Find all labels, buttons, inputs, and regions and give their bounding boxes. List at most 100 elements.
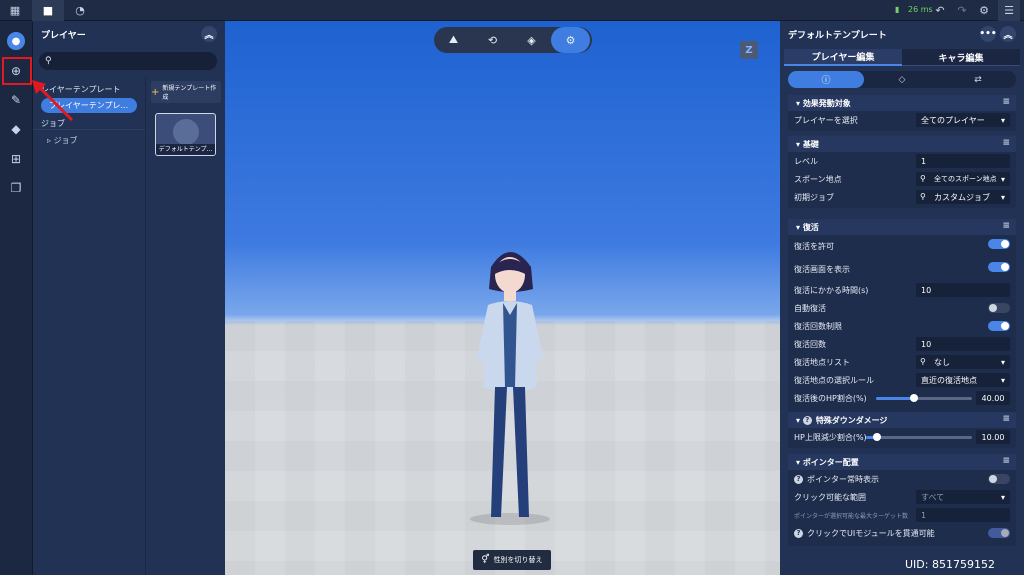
allow-revive-toggle[interactable]: [988, 239, 1010, 249]
help-icon[interactable]: ?: [802, 415, 812, 425]
character-model[interactable]: [455, 237, 565, 527]
undo-icon[interactable]: ↶: [931, 0, 949, 21]
uid-label: UID: 851759152: [905, 558, 995, 571]
tree-item-job[interactable]: ▹ ジョブ: [47, 135, 78, 146]
rail-player-button[interactable]: ●: [5, 30, 27, 52]
gear-target-icon[interactable]: ⚙: [551, 27, 590, 53]
level-input[interactable]: 1: [916, 154, 1010, 168]
new-template-button[interactable]: + 新規テンプレート作成: [151, 81, 221, 103]
revive-rule-dropdown[interactable]: 直近の復活地点: [916, 373, 1010, 387]
revive-hp-input[interactable]: 40.00: [976, 391, 1010, 405]
section-pointer: ▾ ポインター配置≡ ?ポインター常時表示 クリック可能な範囲すべて ポインター…: [788, 454, 1016, 546]
rail-layers-button[interactable]: ❐: [5, 177, 27, 199]
switch-gender-button[interactable]: ⚥ 性別を切り替え: [473, 550, 551, 570]
revive-screen-toggle[interactable]: [988, 262, 1010, 272]
help-icon[interactable]: ?: [794, 474, 803, 484]
section-header[interactable]: ▾ 基礎 ≡: [788, 136, 1016, 152]
player-select-row: プレイヤーを選択 全てのプレイヤー: [788, 111, 1016, 129]
3d-viewport[interactable]: ⛰ ⟲ ◈ ⚙ Z ⚥ 性別を切り替え: [225, 21, 780, 575]
revive-screen-label: 復活画面を表示: [794, 265, 850, 274]
template-tree: レイヤーテンプレート プレイヤーテンプレ... ジョブ ▹ ジョブ: [33, 77, 145, 575]
allow-revive-label: 復活を許可: [794, 242, 834, 251]
icon-rail: ● ⊕ ✎ ◆ ⊞ ❐: [0, 21, 33, 575]
player-select-value: 全てのプレイヤー: [921, 115, 985, 125]
settings-icon[interactable]: ⚙: [975, 0, 993, 21]
left-panel-header: プレイヤー ︽: [33, 21, 225, 47]
tab-character-edit[interactable]: キャラ編集: [902, 49, 1020, 66]
terrain-icon[interactable]: ⛰: [434, 27, 473, 53]
dashboard-icon: ◔: [75, 4, 85, 17]
apps-grid-icon[interactable]: ▦: [4, 0, 26, 21]
pointer-always-toggle[interactable]: [988, 474, 1010, 484]
new-template-label: 新規テンプレート作成: [162, 85, 217, 101]
transfer-icon[interactable]: ⇄: [940, 71, 1016, 88]
menu-icon[interactable]: ≡: [1002, 221, 1010, 231]
folder-tab[interactable]: ■: [32, 0, 64, 21]
max-targets-input[interactable]: 1: [916, 508, 1010, 522]
z-badge[interactable]: Z: [740, 41, 758, 59]
cube-icon[interactable]: ◈: [512, 27, 551, 53]
rail-syringe-button[interactable]: ✎: [5, 89, 27, 111]
collapse-icon[interactable]: ︽: [1000, 26, 1016, 42]
gender-icon: ⚥: [481, 555, 490, 565]
redo-icon[interactable]: ↷: [953, 0, 971, 21]
spawn-dropdown[interactable]: ⚲ 全てのスポーン地点: [916, 172, 1010, 186]
menu-icon[interactable]: ≡: [1002, 414, 1010, 424]
search-icon: ⚲: [45, 56, 52, 66]
slider-fill: [876, 397, 915, 400]
click-range-dropdown[interactable]: すべて: [916, 490, 1010, 504]
section-special-damage: ▾ ? 特殊ダウンダメージ ≡ HP上限減少割合(%) 10.00: [788, 412, 1016, 448]
avatar-icon: ●: [7, 32, 25, 50]
slider-knob[interactable]: [872, 433, 881, 441]
job-dropdown[interactable]: ⚲ カスタムジョブ: [916, 190, 1010, 204]
auto-revive-toggle[interactable]: [988, 303, 1010, 313]
slider-knob[interactable]: [910, 394, 919, 402]
rail-tray-add-button[interactable]: ⊞: [5, 148, 27, 170]
cube-rotate-icon[interactable]: ⟲: [473, 27, 512, 53]
person-icon: [173, 119, 199, 145]
section-header[interactable]: ▾ 効果発動対象 ≡: [788, 95, 1016, 111]
section-title: ポインター配置: [802, 457, 859, 467]
signal-icon: ▮: [895, 5, 900, 14]
spawn-label: スポーン地点: [794, 174, 842, 184]
section-header[interactable]: ▾ ポインター配置 ≡: [788, 454, 1016, 470]
pin-icon: ⚲: [920, 174, 926, 183]
menu-icon[interactable]: ≡: [1002, 97, 1010, 107]
ui-click-row: ? クリックでUIモジュールを貫通可能: [788, 524, 1016, 542]
revive-limit-toggle[interactable]: [988, 321, 1010, 331]
folder-icon: ■: [42, 4, 54, 17]
help-icon[interactable]: ?: [794, 528, 803, 538]
ui-click-toggle[interactable]: [988, 528, 1010, 538]
section-header[interactable]: ▾ ? 特殊ダウンダメージ ≡: [788, 412, 1016, 428]
info-icon[interactable]: ⓘ: [788, 71, 864, 88]
click-range-value: すべて: [921, 492, 945, 502]
more-icon[interactable]: •••: [979, 26, 997, 42]
tab-player-edit[interactable]: プレイヤー編集: [784, 49, 902, 66]
section-header[interactable]: ▾ 復活 ≡: [788, 219, 1016, 235]
revive-rule-value: 直近の復活地点: [921, 375, 977, 385]
switch-gender-label: 性別を切り替え: [493, 556, 543, 564]
collapse-icon[interactable]: ︽: [201, 26, 217, 42]
level-value: 1: [921, 156, 927, 166]
revive-hp-value: 40.00: [981, 393, 1005, 403]
template-card[interactable]: デフォルトテンプ...: [155, 113, 216, 156]
revive-time-input[interactable]: 10: [916, 283, 1010, 297]
revive-points-dropdown[interactable]: ⚲ なし: [916, 355, 1010, 369]
menu-icon[interactable]: ≡: [1002, 456, 1010, 466]
section-title: 特殊ダウンダメージ: [815, 415, 888, 425]
revive-count-input[interactable]: 10: [916, 337, 1010, 351]
section-title: 効果発動対象: [802, 98, 851, 108]
hp-reduce-input[interactable]: 10.00: [976, 430, 1010, 444]
menu-icon[interactable]: ≡: [1002, 138, 1010, 148]
shapes-icon[interactable]: ◇: [864, 71, 940, 88]
player-select-dropdown[interactable]: 全てのプレイヤー: [916, 113, 1010, 127]
search-input[interactable]: ⚲: [39, 52, 217, 70]
hp-reduce-slider[interactable]: [866, 433, 972, 441]
revive-limit-row: 復活回数制限: [788, 317, 1016, 335]
layers-icon: ❐: [10, 181, 22, 195]
dashboard-tab[interactable]: ◔: [64, 0, 96, 21]
sliders-icon[interactable]: ☰: [998, 0, 1020, 21]
revive-hp-slider[interactable]: [876, 394, 972, 402]
rail-tag-button[interactable]: ◆: [5, 118, 27, 140]
editor-tabs: プレイヤー編集 キャラ編集: [784, 49, 1020, 66]
